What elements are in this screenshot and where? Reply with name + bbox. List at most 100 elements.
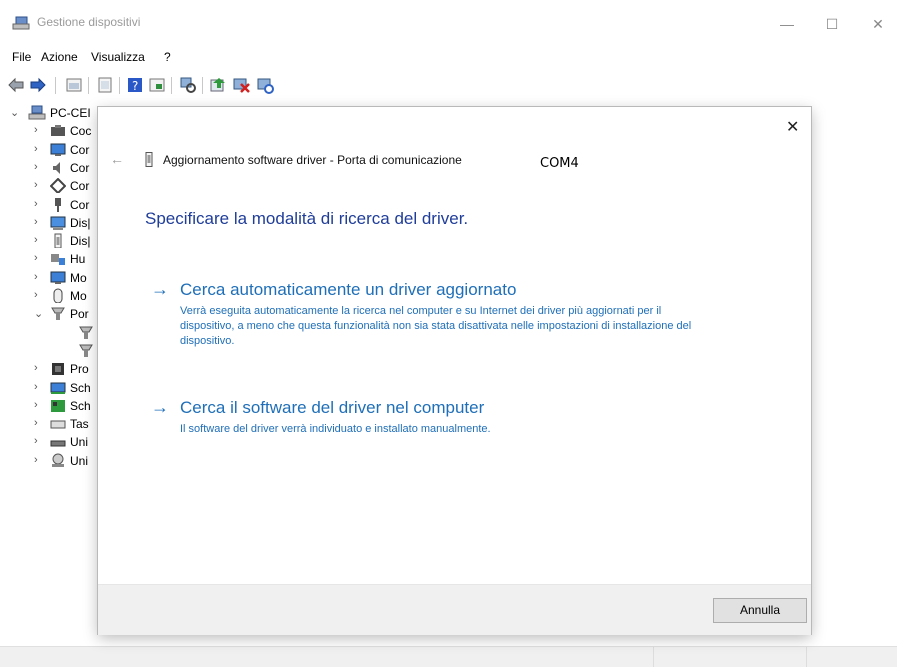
browse-computer-description: Il software del driver verrà individuato… — [180, 423, 491, 435]
tree-item[interactable]: › Mo — [0, 287, 110, 305]
search-auto-title[interactable]: Cerca automaticamente un driver aggiorna… — [180, 280, 516, 300]
minimize-button[interactable]: — — [770, 10, 804, 38]
chevron-right-icon[interactable]: › — [34, 271, 44, 283]
tree-item-label: Tas — [70, 417, 89, 432]
chevron-right-icon[interactable]: › — [34, 417, 44, 429]
menu-help[interactable]: ? — [164, 50, 171, 64]
maximize-button[interactable]: ☐ — [815, 10, 849, 38]
tree-item[interactable]: › Uni — [0, 452, 110, 470]
chevron-right-icon[interactable]: › — [34, 234, 44, 246]
update-driver-icon[interactable] — [209, 76, 227, 94]
tree-item[interactable]: › Mo — [0, 269, 110, 287]
help-icon[interactable]: ? — [126, 76, 144, 94]
usb-stick-icon — [50, 233, 66, 249]
dialog-header: Aggiornamento software driver - Porta di… — [163, 153, 462, 167]
chevron-right-icon[interactable]: › — [34, 381, 44, 393]
tree-item[interactable]: › Hu — [0, 250, 110, 268]
port-icon — [78, 325, 94, 340]
forward-icon[interactable] — [29, 76, 47, 94]
tree-item-label: Uni — [70, 435, 89, 450]
dialog-close-button[interactable]: ✕ — [786, 117, 799, 137]
window-icon[interactable] — [148, 76, 166, 94]
plug-icon — [50, 197, 66, 212]
tree-item-label: Sch — [70, 398, 91, 413]
port-icon — [50, 306, 66, 321]
tree-item-label: Pro — [70, 362, 89, 377]
search-auto-description: Verrà eseguita automaticamente la ricerc… — [180, 305, 692, 347]
computer-icon — [28, 105, 46, 120]
tree-item[interactable] — [0, 324, 110, 342]
tree-item-label: Mo — [70, 289, 87, 303]
chevron-right-icon[interactable]: › — [34, 161, 44, 173]
tree-item[interactable]: › Uni — [0, 433, 110, 451]
tree-root[interactable]: ⌄ PC-CEI — [0, 104, 110, 122]
back-icon[interactable] — [7, 76, 25, 94]
adapter-icon — [50, 380, 66, 395]
hid-icon — [50, 251, 66, 266]
chevron-right-icon[interactable]: › — [34, 216, 44, 228]
tree-item[interactable]: › Sch — [0, 379, 110, 397]
monitor-icon — [50, 270, 66, 285]
chevron-right-icon[interactable]: › — [34, 252, 44, 264]
tree-item[interactable]: › Tas — [0, 415, 110, 433]
chevron-right-icon[interactable]: › — [34, 289, 44, 301]
tree-root-label: PC-CEI — [50, 106, 91, 120]
close-button[interactable]: ✕ — [861, 10, 895, 38]
uninstall-icon[interactable] — [232, 76, 250, 94]
tree-item[interactable]: ⌄ Por — [0, 305, 110, 323]
svg-text:?: ? — [132, 79, 138, 93]
network-icon — [49, 177, 67, 195]
tree-item[interactable] — [0, 342, 110, 360]
tree-item[interactable]: › Dis| — [0, 214, 110, 232]
status-divider — [806, 647, 807, 667]
chevron-right-icon[interactable]: › — [34, 399, 44, 411]
tree-item[interactable]: › Dis| — [0, 232, 110, 250]
drive-icon — [50, 434, 66, 449]
back-arrow-icon[interactable]: ← — [110, 151, 124, 167]
chevron-right-icon[interactable]: › — [34, 454, 44, 466]
board-icon — [50, 398, 66, 413]
tree-item-label: Uni — [70, 453, 89, 468]
toolbar-separator — [55, 77, 56, 94]
dialog-footer: Annulla — [98, 584, 811, 635]
port-icon — [78, 343, 94, 358]
menu-visualizza[interactable]: Visualizza — [91, 50, 145, 64]
scan-hardware-icon[interactable] — [179, 76, 197, 94]
enable-device-icon[interactable] — [256, 76, 274, 94]
tree-item[interactable]: › Cor — [0, 159, 110, 177]
chevron-right-icon[interactable]: › — [34, 179, 44, 191]
tree-item[interactable]: › Cor — [0, 141, 110, 159]
view-icon[interactable] — [96, 76, 114, 94]
chevron-right-icon[interactable]: › — [34, 143, 44, 155]
tree-item[interactable]: › Coc — [0, 122, 110, 140]
update-driver-dialog: ✕ ← Aggiornamento software driver - Port… — [98, 107, 811, 635]
cancel-button[interactable]: Annulla — [713, 598, 807, 623]
tree-item-label: Por — [70, 307, 89, 322]
chevron-down-icon[interactable]: ⌄ — [10, 106, 20, 119]
speaker-icon — [50, 160, 66, 175]
menu-file[interactable]: File — [12, 50, 31, 64]
tree-item-label: Cor — [70, 142, 90, 157]
tree-item[interactable]: › Cor — [0, 177, 110, 195]
toolbar-separator — [119, 77, 120, 94]
properties-icon[interactable] — [65, 76, 83, 94]
tree-item-label: Cor — [70, 197, 90, 212]
tree-item[interactable]: › Cor — [0, 196, 110, 214]
browse-computer-title[interactable]: Cerca il software del driver nel compute… — [180, 398, 484, 418]
menu-bar: File Azione Visualizza ? — [0, 44, 897, 66]
chevron-right-icon[interactable]: › — [34, 198, 44, 210]
dialog-question: Specificare la modalità di ricerca del d… — [145, 209, 469, 228]
display-icon — [50, 215, 66, 230]
toolbar-separator — [202, 77, 203, 94]
chevron-right-icon[interactable]: › — [34, 362, 44, 374]
chevron-down-icon[interactable]: ⌄ — [34, 307, 44, 320]
title-bar: Gestione dispositivi — ☐ ✕ — [0, 0, 897, 42]
tree-item-label: Cor — [70, 179, 90, 194]
keyboard-icon — [50, 416, 66, 431]
menu-azione[interactable]: Azione — [41, 50, 78, 64]
chevron-right-icon[interactable]: › — [34, 124, 44, 136]
tree-item[interactable]: › Pro — [0, 360, 110, 378]
tree-item[interactable]: › Sch — [0, 397, 110, 415]
camera-icon — [50, 123, 66, 138]
chevron-right-icon[interactable]: › — [34, 435, 44, 447]
